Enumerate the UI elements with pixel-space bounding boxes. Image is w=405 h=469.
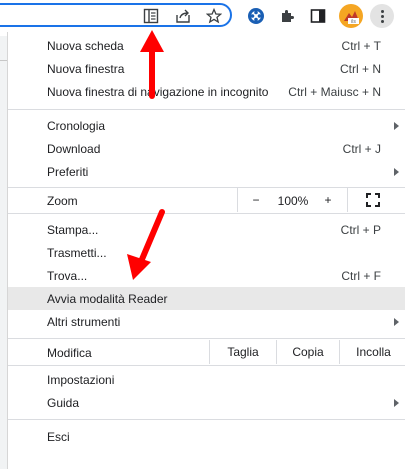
three-dots-icon[interactable] [370, 4, 394, 28]
menu-item-new-tab[interactable]: Nuova scheda Ctrl + T [8, 34, 405, 57]
reader-mode-icon[interactable] [141, 6, 161, 26]
menu-item-cast[interactable]: Trasmetti... [8, 241, 405, 264]
zoom-level: 100% [277, 194, 309, 208]
cut-button[interactable]: Taglia [209, 340, 276, 364]
copy-button[interactable]: Copia [276, 340, 339, 364]
menu-item-find[interactable]: Trova... Ctrl + F [8, 264, 405, 287]
menu-item-help[interactable]: Guida [8, 391, 405, 414]
address-bar[interactable] [0, 3, 232, 27]
edit-label: Modifica [47, 346, 92, 360]
zoom-controls: − 100% + [237, 188, 348, 212]
star-icon[interactable] [204, 6, 224, 26]
menu-separator [8, 365, 405, 366]
menu-separator [8, 338, 405, 339]
menu-item-history[interactable]: Cronologia [8, 114, 405, 137]
avatar[interactable]: ils [339, 4, 363, 28]
zoom-label: Zoom [47, 194, 78, 208]
menu-item-bookmarks[interactable]: Preferiti [8, 160, 405, 183]
zoom-row: Zoom − 100% + [8, 188, 405, 212]
menu-separator [8, 213, 405, 214]
side-panel-icon[interactable] [308, 6, 328, 26]
share-icon[interactable] [173, 6, 193, 26]
paste-button[interactable]: Incolla [339, 340, 405, 364]
extension-icon[interactable] [246, 6, 266, 26]
zoom-in-button[interactable]: + [318, 193, 338, 207]
fullscreen-icon[interactable] [366, 193, 380, 207]
menu-item-reader-mode[interactable]: Avvia modalità Reader [8, 287, 405, 310]
menu-item-downloads[interactable]: Download Ctrl + J [8, 137, 405, 160]
submenu-arrow-icon [394, 318, 399, 326]
puzzle-icon[interactable] [277, 6, 297, 26]
chrome-main-menu: Nuova scheda Ctrl + T Nuova finestra Ctr… [7, 32, 405, 469]
submenu-arrow-icon [394, 168, 399, 176]
edit-row: Modifica Taglia Copia Incolla [8, 340, 405, 364]
svg-text:ils: ils [351, 19, 356, 25]
zoom-out-button[interactable]: − [246, 193, 266, 207]
browser-toolbar: ils [0, 0, 405, 32]
menu-separator [8, 419, 405, 420]
menu-item-exit[interactable]: Esci [8, 425, 405, 448]
menu-item-incognito-window[interactable]: Nuova finestra di navigazione in incogni… [8, 80, 405, 103]
menu-item-more-tools[interactable]: Altri strumenti [8, 310, 405, 333]
menu-item-settings[interactable]: Impostazioni [8, 368, 405, 391]
menu-item-new-window[interactable]: Nuova finestra Ctrl + N [8, 57, 405, 80]
submenu-arrow-icon [394, 122, 399, 130]
menu-item-print[interactable]: Stampa... Ctrl + P [8, 218, 405, 241]
submenu-arrow-icon [394, 399, 399, 407]
menu-separator [8, 109, 405, 110]
